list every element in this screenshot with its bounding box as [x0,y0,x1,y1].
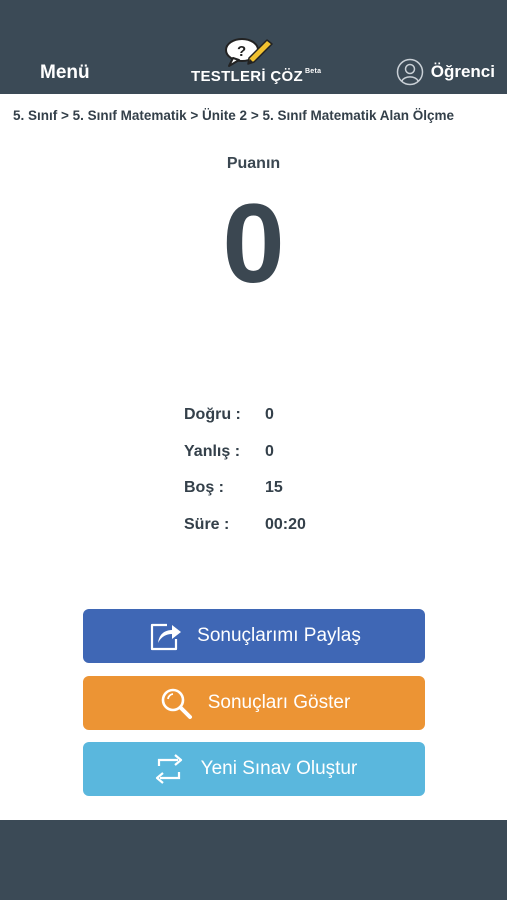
stat-row-wrong: Yanlış : 0 [184,443,306,480]
score-value: 0 [222,181,285,306]
new-exam-label: Yeni Sınav Oluştur [200,758,358,779]
stat-value: 00:20 [265,515,306,533]
app-footer [0,820,507,900]
stat-value: 15 [265,479,283,496]
show-results-button[interactable]: Sonuçları Göster [83,676,425,730]
logo-speech-bubble-icon: ? [225,38,273,67]
share-results-button[interactable]: Sonuçlarımı Paylaş [83,609,425,663]
show-results-label: Sonuçları Göster [207,692,351,713]
share-icon [151,623,182,651]
stat-row-correct: Doğru : 0 [184,406,306,443]
stat-label: Doğru : [184,406,241,423]
user-account-button[interactable]: Öğrenci [396,58,495,86]
beta-badge: Beta [304,68,322,75]
stat-value: 0 [265,406,274,423]
stat-label: Süre : [184,515,230,533]
svg-text:?: ? [237,43,246,60]
result-stats: Doğru : 0 Yanlış : 0 Boş : 15 Süre : 00:… [184,406,306,552]
repeat-icon [155,754,182,784]
search-icon [161,688,192,719]
user-role-label: Öğrenci [430,62,495,81]
share-results-label: Sonuçlarımı Paylaş [197,625,361,646]
user-avatar-icon [396,58,423,86]
menu-button[interactable]: Menü [40,62,90,84]
app-header: Menü ? TESTLERİ ÇÖZ Beta Öğrenci [0,0,507,94]
logo-text: TESTLERİ ÇÖZ Beta [191,68,322,85]
breadcrumb: 5. Sınıf > 5. Sınıf Matematik > Ünite 2 … [13,108,455,123]
stat-label: Yanlış : [184,442,241,460]
stat-row-empty: Boş : 15 [184,479,306,516]
stat-label: Boş : [184,479,224,496]
app-logo[interactable]: ? TESTLERİ ÇÖZ Beta [185,36,325,90]
stat-row-time: Süre : 00:20 [184,516,306,553]
score-label: Puanın [226,155,281,172]
new-exam-button[interactable]: Yeni Sınav Oluştur [83,742,425,796]
stat-value: 0 [265,442,274,460]
